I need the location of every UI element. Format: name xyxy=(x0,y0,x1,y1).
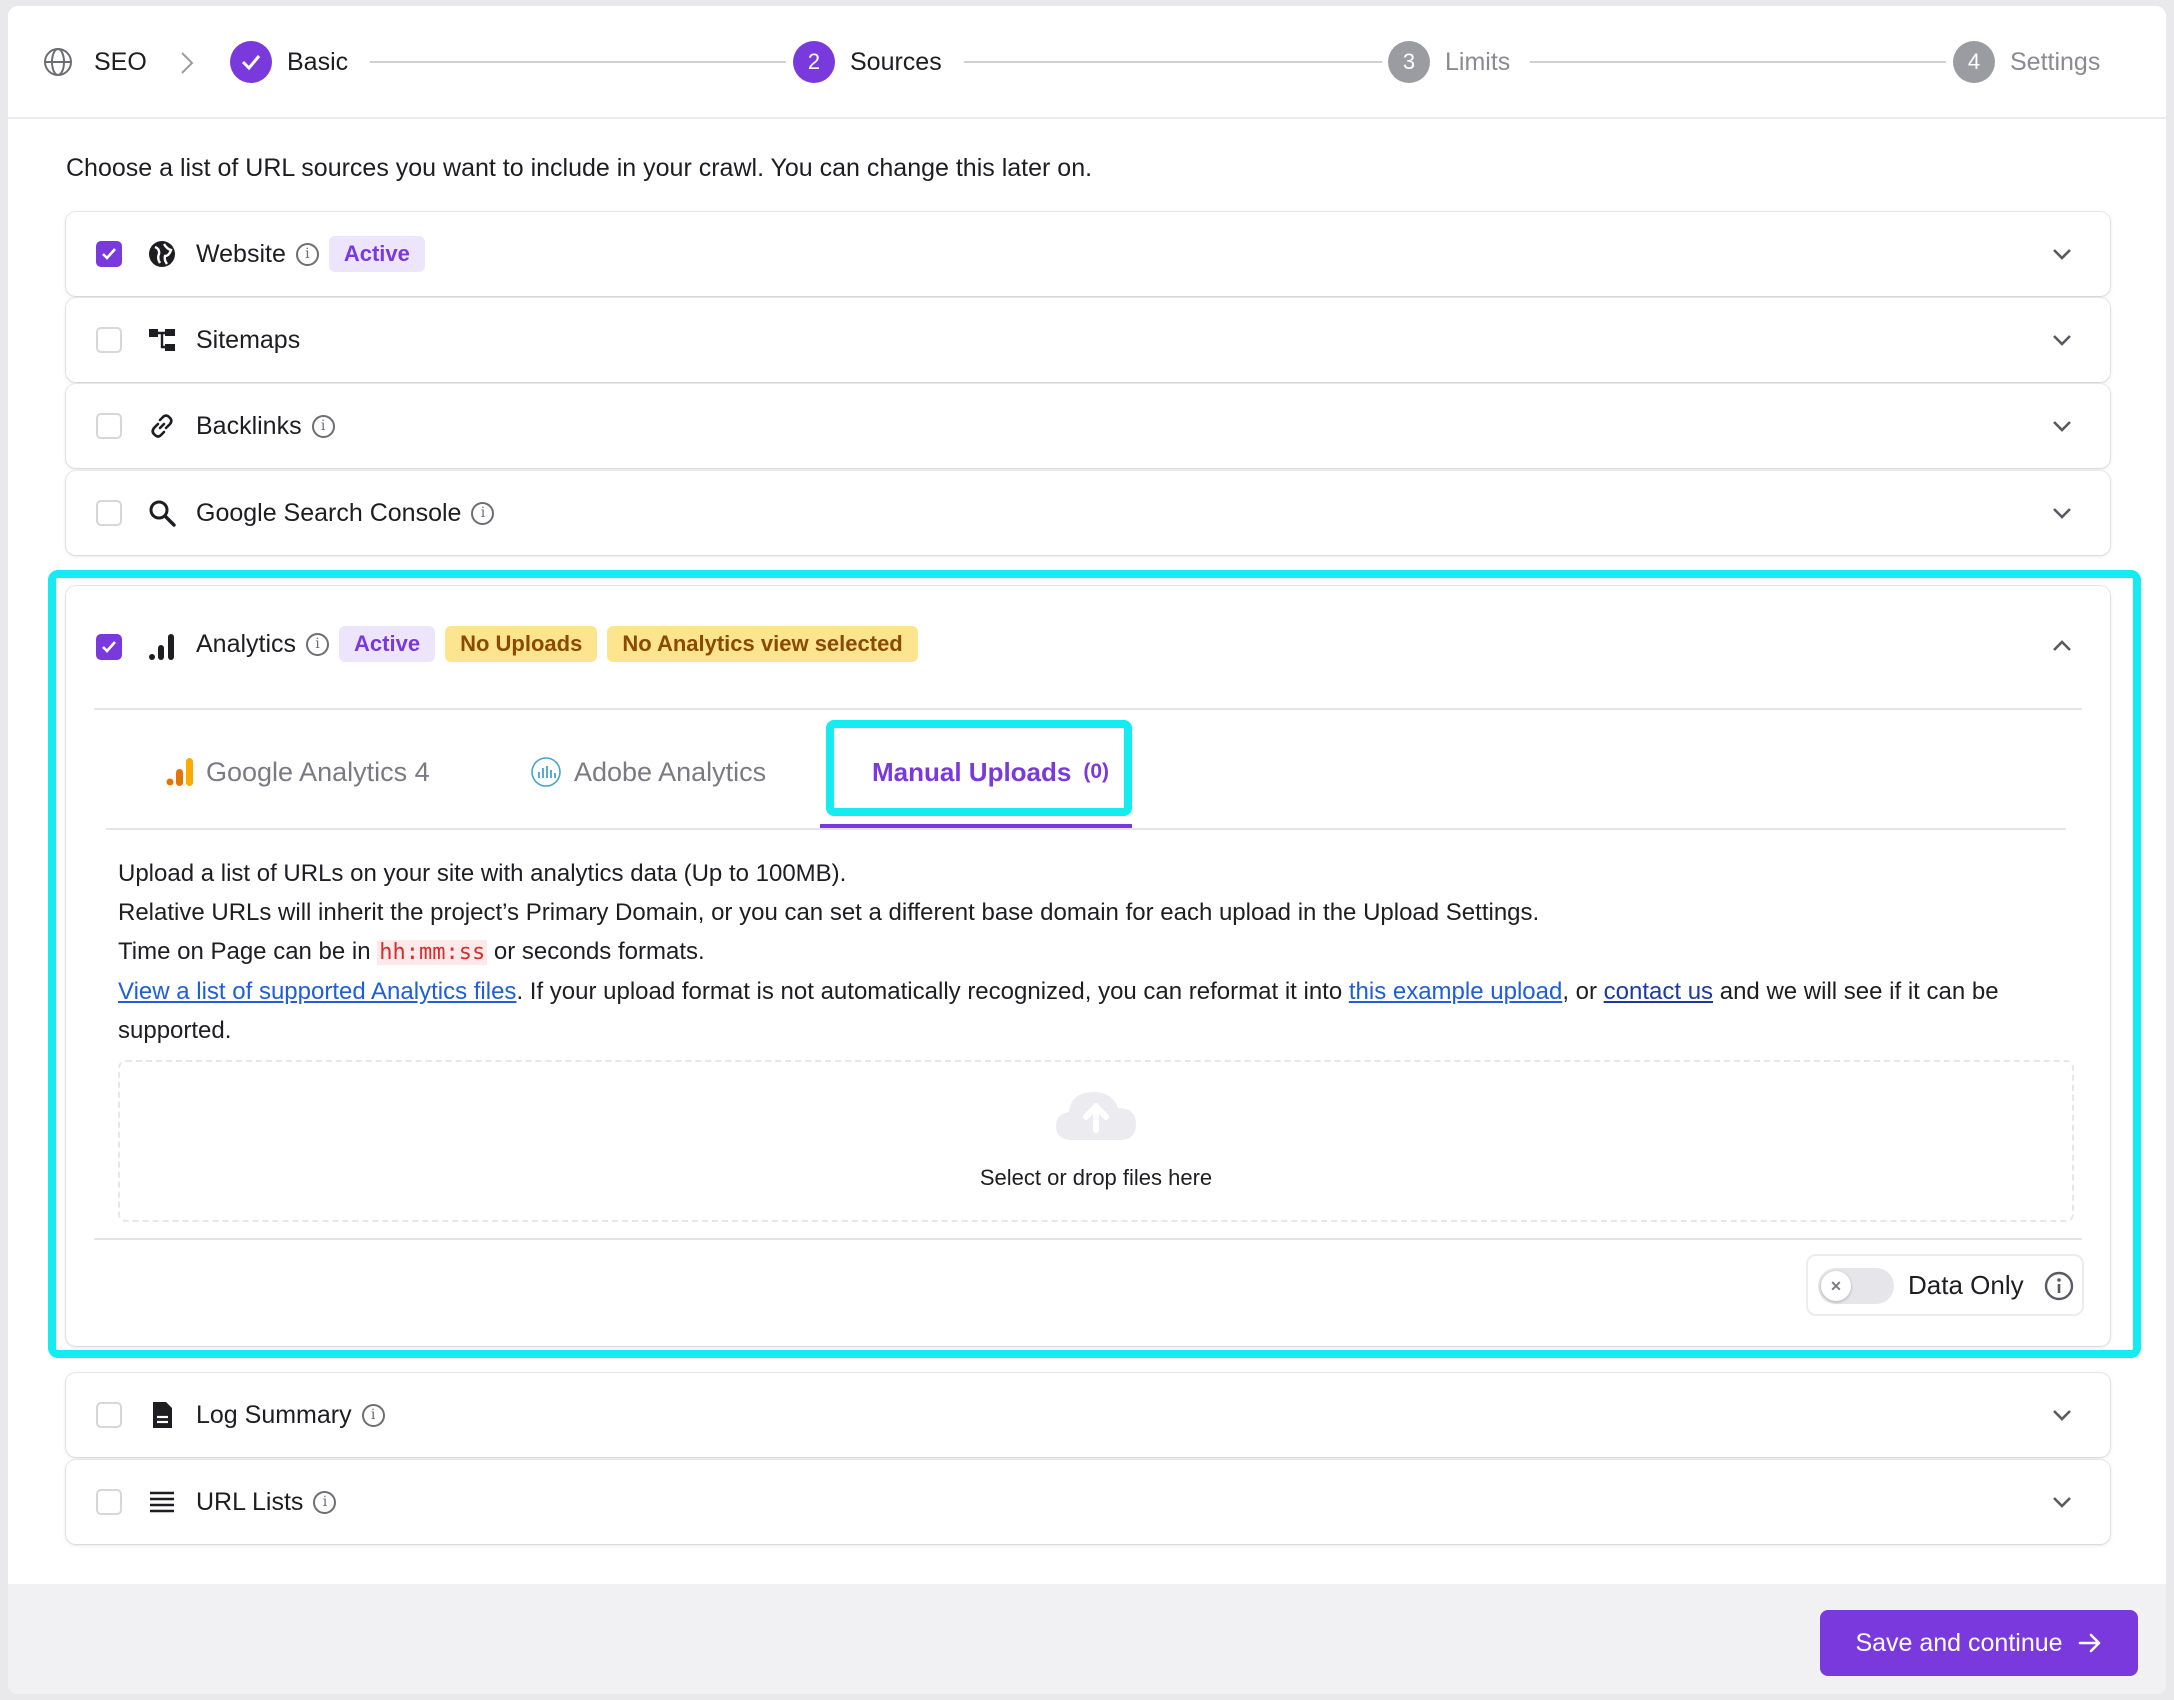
backlinks-label-group: Backlinks i xyxy=(196,412,335,441)
backlinks-label: Backlinks xyxy=(196,411,302,440)
log-summary-checkbox[interactable] xyxy=(96,1402,122,1428)
step-connector xyxy=(964,61,1382,63)
info-icon[interactable]: i xyxy=(471,501,495,525)
url-lists-label-group: URL Lists i xyxy=(196,1487,337,1517)
log-summary-label-group: Log Summary i xyxy=(196,1401,385,1430)
step-settings[interactable]: 4 Settings xyxy=(1953,39,2100,85)
page-intro: Choose a list of URL sources you want to… xyxy=(66,154,1093,182)
source-row-sitemaps[interactable]: Sitemaps xyxy=(66,298,2110,382)
website-label: Website xyxy=(196,239,286,268)
step-limits-label: Limits xyxy=(1445,47,1511,76)
arrow-right-icon xyxy=(2078,1633,2100,1653)
search-icon xyxy=(146,497,178,529)
source-row-url-lists[interactable]: URL Lists i xyxy=(66,1460,2110,1544)
step-basic-label: Basic xyxy=(287,47,349,76)
info-icon[interactable]: i xyxy=(361,1403,385,1427)
step-limits-number: 3 xyxy=(1388,41,1430,83)
step-sources-label: Sources xyxy=(850,47,942,76)
source-row-backlinks[interactable]: Backlinks i xyxy=(66,384,2110,468)
step-limits[interactable]: 3 Limits xyxy=(1388,39,1510,85)
list-icon xyxy=(146,1486,178,1518)
chevron-down-icon[interactable] xyxy=(2050,242,2074,266)
info-icon[interactable]: i xyxy=(313,1490,337,1514)
source-row-log-summary[interactable]: Log Summary i xyxy=(66,1373,2110,1457)
sitemaps-checkbox[interactable] xyxy=(96,327,122,353)
step-sources-number: 2 xyxy=(793,41,835,83)
source-row-website[interactable]: Website i Active xyxy=(66,212,2110,296)
globe-outline-icon xyxy=(44,48,72,76)
chevron-down-icon[interactable] xyxy=(2050,1403,2074,1427)
chevron-down-icon[interactable] xyxy=(2050,501,2074,525)
gsc-label: Google Search Console xyxy=(196,498,462,527)
step-sources[interactable]: 2 Sources xyxy=(793,39,942,85)
log-summary-label: Log Summary xyxy=(196,1400,352,1429)
website-label-group: Website i Active xyxy=(196,236,425,272)
chevron-right-icon xyxy=(181,52,194,74)
sitemap-icon xyxy=(146,324,178,356)
step-basic-check xyxy=(230,41,272,83)
backlinks-checkbox[interactable] xyxy=(96,413,122,439)
gsc-checkbox[interactable] xyxy=(96,500,122,526)
breadcrumb-seo-label: SEO xyxy=(94,47,147,76)
sitemaps-label-group: Sitemaps xyxy=(196,326,300,355)
url-lists-label: URL Lists xyxy=(196,1487,304,1516)
stepper: SEO Basic 2 Sources 3 Limits 4 Settings xyxy=(8,6,2166,119)
save-button-label: Save and continue xyxy=(1855,1628,2063,1657)
breadcrumb-seo[interactable]: SEO xyxy=(42,39,147,85)
check-icon xyxy=(102,248,116,260)
step-settings-label: Settings xyxy=(2010,47,2101,76)
chevron-down-icon[interactable] xyxy=(2050,1490,2074,1514)
sources-setup-window: SEO Basic 2 Sources 3 Limits 4 Settings … xyxy=(8,6,2166,1694)
info-icon[interactable]: i xyxy=(295,242,319,266)
save-and-continue-button[interactable]: Save and continue xyxy=(1820,1610,2138,1676)
step-connector xyxy=(1530,61,1946,63)
chevron-down-icon[interactable] xyxy=(2050,328,2074,352)
step-basic[interactable]: Basic xyxy=(230,39,348,85)
analytics-highlight-box xyxy=(48,570,2141,1358)
source-row-google-search-console[interactable]: Google Search Console i xyxy=(66,471,2110,555)
step-connector xyxy=(370,61,786,63)
chevron-down-icon[interactable] xyxy=(2050,414,2074,438)
footer-bar: Save and continue xyxy=(8,1584,2166,1694)
globe-icon xyxy=(146,238,178,270)
step-settings-number: 4 xyxy=(1953,41,1995,83)
status-badge: Active xyxy=(328,236,425,272)
url-lists-checkbox[interactable] xyxy=(96,1489,122,1515)
gsc-label-group: Google Search Console i xyxy=(196,498,495,528)
info-icon[interactable]: i xyxy=(311,414,335,438)
sitemaps-label: Sitemaps xyxy=(196,325,301,354)
document-icon xyxy=(146,1399,178,1431)
link-icon xyxy=(146,410,178,442)
website-checkbox[interactable] xyxy=(96,241,122,267)
check-icon xyxy=(241,55,261,71)
